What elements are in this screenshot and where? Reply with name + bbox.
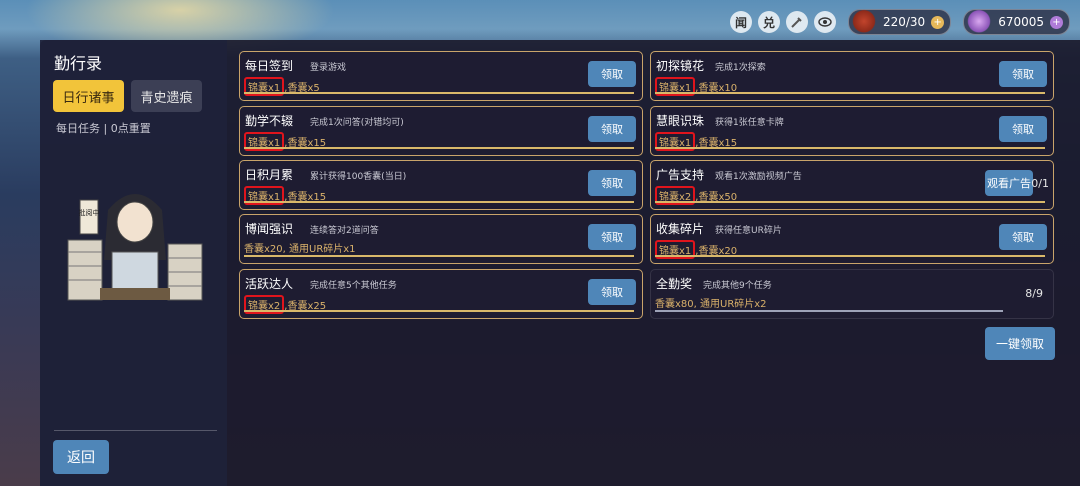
task-card: 勤学不辍 完成1次问答(对错均可) 锦囊x1 ,香囊x15 领取: [239, 106, 643, 156]
task-title: 初探镜花: [656, 59, 705, 73]
exchange-button[interactable]: 兑: [757, 11, 780, 33]
task-title: 慧眼识珠: [656, 114, 705, 128]
task-desc: 获得任意UR碎片: [715, 226, 782, 236]
claim-all-button[interactable]: 一键领取: [985, 327, 1055, 360]
progress-bar: [655, 92, 1045, 94]
task-card: 博闻强识 连续答对2道问答 香囊x20, 通用UR碎片x1 领取: [239, 214, 643, 264]
task-card: 初探镜花 完成1次探索 锦囊x1 ,香囊x10 领取: [650, 51, 1054, 101]
pouch-resource: 220/30 +: [847, 7, 952, 35]
claim-button[interactable]: 领取: [588, 61, 636, 87]
progress-bar: [655, 255, 1045, 257]
progress-bar: [244, 201, 634, 203]
tab-history[interactable]: 青史遗痕: [131, 80, 202, 112]
scholar-figure: 批阅中: [67, 194, 203, 301]
gem-resource: 670005 +: [963, 7, 1070, 35]
eye-icon[interactable]: [813, 11, 836, 33]
watch-ad-button[interactable]: 观看广告: [985, 170, 1033, 196]
pouch-plus-icon[interactable]: +: [931, 15, 945, 29]
tool-icon[interactable]: [785, 11, 808, 33]
task-desc: 累计获得100香囊(当日): [310, 172, 407, 182]
reset-note: 每日任务 | 0点重置: [56, 122, 151, 135]
task-title: 全勤奖: [656, 277, 693, 291]
task-card: 全勤奖 完成其他9个任务 香囊x80, 通用UR碎片x2 8/9: [650, 269, 1054, 319]
task-reward-rest: 香囊x20, 通用UR碎片x1: [244, 244, 356, 255]
back-button[interactable]: 返回: [53, 440, 109, 474]
progress-bar: [655, 201, 1045, 203]
task-reward-rest: 香囊x80, 通用UR碎片x2: [655, 299, 767, 310]
task-card: 日积月累 累计获得100香囊(当日) 锦囊x1 ,香囊x15 领取: [239, 160, 643, 210]
task-desc: 完成其他9个任务: [703, 281, 772, 291]
gem-icon: [966, 7, 993, 33]
claim-button[interactable]: 领取: [588, 224, 636, 250]
task-progress: 8/9: [1025, 287, 1043, 300]
figure-sign-text: 批阅中: [79, 208, 100, 217]
progress-bar: [244, 92, 634, 94]
task-desc: 完成1次探索: [715, 63, 766, 73]
progress-bar: [244, 147, 634, 149]
task-card: 慧眼识珠 获得1张任意卡牌 锦囊x1 ,香囊x15 领取: [650, 106, 1054, 156]
task-title: 活跃达人: [245, 277, 294, 291]
gem-plus-icon[interactable]: +: [1050, 15, 1063, 29]
task-reward: 香囊x80, 通用UR碎片x2: [655, 295, 767, 310]
news-button[interactable]: 闻: [729, 11, 752, 33]
task-card: 广告支持 观看1次激励视频广告 锦囊x2 ,香囊x50 观看广告 0/1: [650, 160, 1054, 210]
claim-button[interactable]: 领取: [588, 116, 636, 142]
progress-bar: [655, 147, 1045, 149]
task-title: 收集碎片: [656, 222, 705, 236]
claim-button[interactable]: 领取: [588, 279, 636, 305]
task-title: 日积月累: [245, 168, 294, 182]
sidebar-divider: [54, 430, 217, 431]
task-desc: 获得1张任意卡牌: [715, 118, 784, 128]
task-progress: 0/1: [1031, 177, 1049, 190]
claim-button[interactable]: 领取: [999, 61, 1047, 87]
sidebar: 勤行录 日行诸事 青史遗痕 每日任务 | 0点重置 批阅中 返回: [40, 40, 227, 486]
top-resource-bar: 闻 兑 220/30 + 670005 +: [729, 7, 1070, 36]
task-desc: 完成任意5个其他任务: [310, 281, 397, 291]
panel-title: 勤行录: [54, 54, 103, 73]
task-title: 每日签到: [245, 59, 294, 73]
pouch-icon: [850, 7, 877, 33]
progress-bar: [244, 310, 634, 312]
progress-bar: [244, 255, 634, 257]
task-card: 活跃达人 完成任意5个其他任务 锦囊x2 ,香囊x25 领取: [239, 269, 643, 319]
task-panel: 勤行录 日行诸事 青史遗痕 每日任务 | 0点重置 批阅中 返回 每日签到 登录…: [40, 40, 1080, 486]
task-title: 博闻强识: [245, 222, 294, 236]
task-desc: 完成1次问答(对错均可): [310, 118, 404, 128]
claim-button[interactable]: 领取: [588, 170, 636, 196]
progress-bar: [655, 310, 1003, 312]
task-reward: 香囊x20, 通用UR碎片x1: [244, 240, 356, 255]
task-desc: 登录游戏: [310, 63, 347, 73]
claim-button[interactable]: 领取: [999, 116, 1047, 142]
task-title: 广告支持: [656, 168, 705, 182]
tab-daily[interactable]: 日行诸事: [53, 80, 124, 112]
task-card: 收集碎片 获得任意UR碎片 锦囊x1 ,香囊x20 领取: [650, 214, 1054, 264]
task-card: 每日签到 登录游戏 锦囊x1 ,香囊x5 领取: [239, 51, 643, 101]
pouch-count: 220/30: [882, 15, 926, 29]
claim-button[interactable]: 领取: [999, 224, 1047, 250]
task-title: 勤学不辍: [245, 114, 294, 128]
task-desc: 连续答对2道问答: [310, 226, 379, 236]
task-desc: 观看1次激励视频广告: [715, 172, 802, 182]
gem-count: 670005: [998, 15, 1044, 29]
